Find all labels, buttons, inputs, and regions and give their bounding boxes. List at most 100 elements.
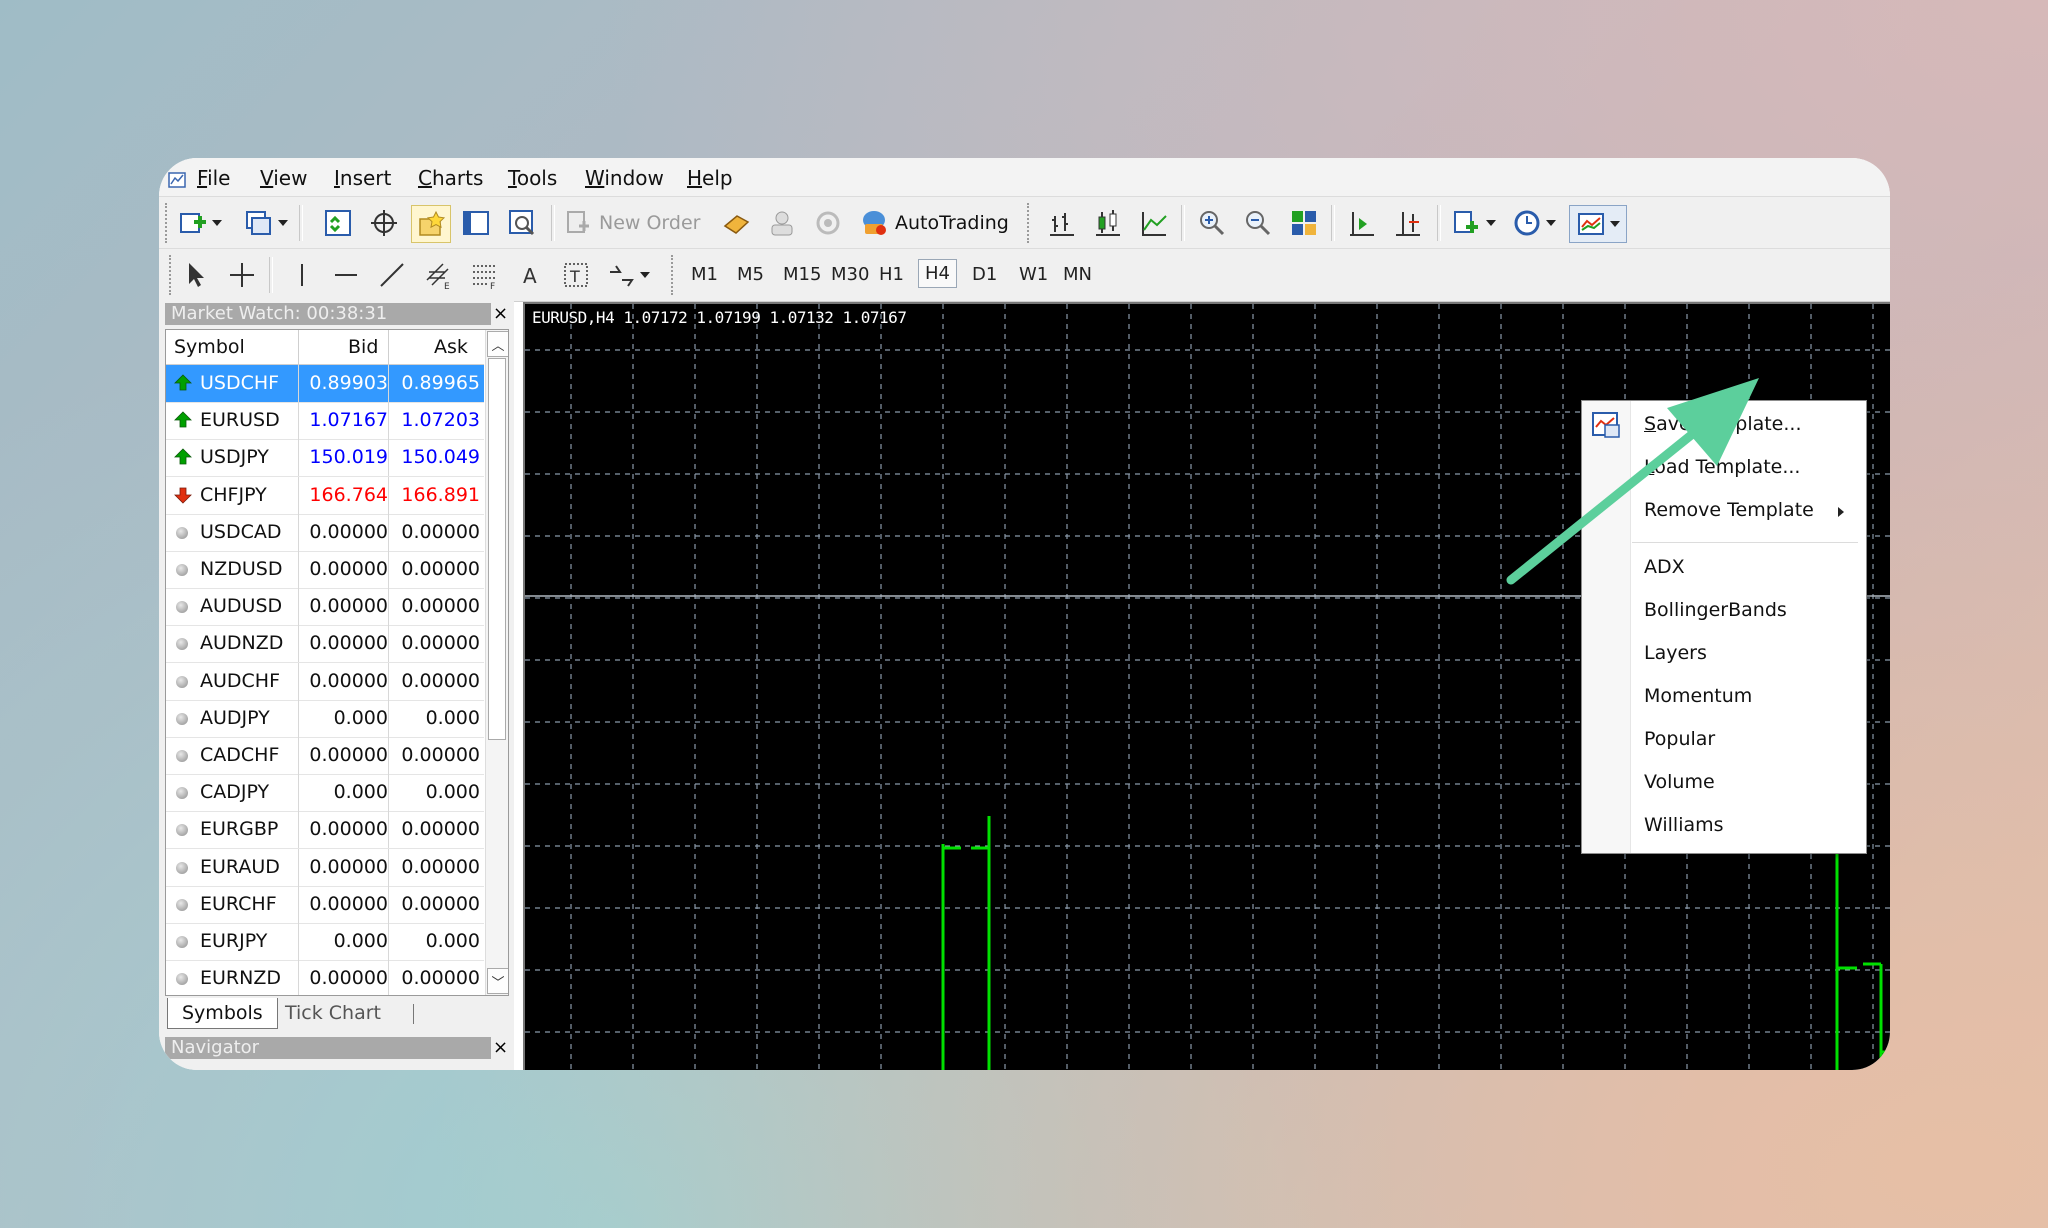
vertical-line-button[interactable] xyxy=(283,257,321,293)
table-row[interactable]: USDCAD 0.00000 0.00000 xyxy=(166,513,484,552)
navigator-button[interactable] xyxy=(411,205,451,243)
menu-tools[interactable]: Tools xyxy=(508,166,557,190)
close-icon[interactable]: × xyxy=(493,1037,508,1058)
cursor-arrow-icon xyxy=(189,263,204,287)
table-row[interactable]: AUDCHF 0.00000 0.00000 xyxy=(166,662,484,701)
table-row[interactable]: EURAUD 0.00000 0.00000 xyxy=(166,848,484,887)
menu-insert[interactable]: Insert xyxy=(334,166,391,190)
menu-item-template[interactable]: Volume xyxy=(1644,771,1715,793)
arrows-button[interactable] xyxy=(603,257,653,293)
status-dot-icon xyxy=(176,712,188,725)
table-row[interactable]: AUDNZD 0.00000 0.00000 xyxy=(166,625,484,664)
tab-symbols[interactable]: Symbols xyxy=(167,998,278,1029)
vertical-scrollbar[interactable]: ︿ ﹀ xyxy=(485,330,508,995)
navigator-star-icon xyxy=(419,210,446,236)
menu-view[interactable]: View xyxy=(260,166,307,190)
menu-charts[interactable]: Charts xyxy=(418,166,483,190)
signals-button[interactable] xyxy=(763,205,801,241)
new-order-button[interactable]: New Order xyxy=(563,205,703,241)
column-header-bid[interactable]: Bid xyxy=(348,336,378,358)
market-watch-button[interactable] xyxy=(319,205,357,241)
text-button[interactable]: A xyxy=(511,257,549,293)
submenu-arrow-icon xyxy=(1838,507,1844,517)
fibonacci-button[interactable]: F xyxy=(465,257,503,293)
zoom-out-button[interactable] xyxy=(1239,205,1277,241)
close-icon[interactable]: × xyxy=(493,303,508,324)
bar-chart-button[interactable] xyxy=(1043,205,1081,241)
trendline-button[interactable] xyxy=(373,257,411,293)
table-row[interactable]: AUDJPY 0.000 0.000 xyxy=(166,699,484,738)
auto-scroll-button[interactable] xyxy=(1343,205,1381,241)
timeframe-m5[interactable]: M5 xyxy=(731,261,770,288)
metaeditor-button[interactable] xyxy=(717,205,755,241)
equidistant-channel-button[interactable]: E xyxy=(419,257,457,293)
scroll-thumb[interactable] xyxy=(488,358,506,740)
cursor-button[interactable] xyxy=(177,257,215,293)
menu-item-template[interactable]: Williams xyxy=(1644,814,1724,836)
autotrading-button[interactable]: AutoTrading xyxy=(859,205,1009,241)
templates-button[interactable] xyxy=(1569,205,1627,243)
table-row[interactable]: EURNZD 0.00000 0.00000 xyxy=(166,960,484,995)
timeframe-mn[interactable]: MN xyxy=(1057,261,1098,288)
table-row[interactable]: EURUSD 1.07167 1.07203 xyxy=(166,402,484,441)
zoom-in-button[interactable] xyxy=(1193,205,1231,241)
line-chart-button[interactable] xyxy=(1135,205,1173,241)
terminal-button[interactable] xyxy=(457,205,495,241)
timeframe-m30[interactable]: M30 xyxy=(825,261,875,288)
column-header-symbol[interactable]: Symbol xyxy=(174,336,245,358)
table-row[interactable]: USDCHF 0.89903 0.89965 xyxy=(166,365,484,403)
toolbar-grip[interactable] xyxy=(671,255,676,295)
table-row[interactable]: EURCHF 0.00000 0.00000 xyxy=(166,885,484,924)
column-header-ask[interactable]: Ask xyxy=(434,336,468,358)
table-row[interactable]: AUDUSD 0.00000 0.00000 xyxy=(166,588,484,627)
arrow-up-icon xyxy=(174,448,192,465)
timeframe-h1[interactable]: H1 xyxy=(873,261,910,288)
toolbar-grip[interactable] xyxy=(165,203,170,243)
table-row[interactable]: NZDUSD 0.00000 0.00000 xyxy=(166,551,484,589)
navigator-title[interactable]: Navigator xyxy=(165,1037,491,1059)
timeframe-h4[interactable]: H4 xyxy=(918,259,957,288)
profiles-icon xyxy=(246,211,271,235)
menu-item-template[interactable]: BollingerBands xyxy=(1644,599,1787,621)
menu-item-template[interactable]: Momentum xyxy=(1644,685,1752,707)
text-label-button[interactable]: T xyxy=(557,257,595,293)
toolbar-grip[interactable] xyxy=(1027,203,1032,243)
timeframe-d1[interactable]: D1 xyxy=(966,261,1003,288)
ask-cell: 0.00000 xyxy=(401,818,480,841)
table-row[interactable]: EURGBP 0.00000 0.00000 xyxy=(166,811,484,850)
menu-bar: File View Insert Charts Tools Window Hel… xyxy=(159,158,1890,196)
candlestick-button[interactable] xyxy=(1089,205,1127,241)
crosshair-button[interactable] xyxy=(223,257,261,293)
scroll-down-icon[interactable]: ﹀ xyxy=(487,968,508,994)
menu-item-template[interactable]: Layers xyxy=(1644,642,1707,664)
table-row[interactable]: EURJPY 0.000 0.000 xyxy=(166,923,484,961)
menu-file[interactable]: File xyxy=(197,166,230,190)
menu-help[interactable]: Help xyxy=(687,166,733,190)
indicators-button[interactable] xyxy=(1449,205,1499,241)
timeframe-w1[interactable]: W1 xyxy=(1013,261,1054,288)
timeframe-m15[interactable]: M15 xyxy=(777,261,827,288)
chart-shift-button[interactable] xyxy=(1389,205,1427,241)
toolbar-grip[interactable] xyxy=(169,255,174,295)
menu-item-template[interactable]: Popular xyxy=(1644,728,1715,750)
timeframe-m1[interactable]: M1 xyxy=(685,261,724,288)
periods-button[interactable] xyxy=(1509,205,1559,241)
menu-window[interactable]: Window xyxy=(585,166,664,190)
new-chart-button[interactable] xyxy=(175,205,225,241)
strategy-tester-button[interactable] xyxy=(503,205,541,241)
scroll-up-icon[interactable]: ︿ xyxy=(487,331,508,357)
table-row[interactable]: CADJPY 0.000 0.000 xyxy=(166,774,484,813)
table-row[interactable]: USDJPY 150.019 150.049 xyxy=(166,439,484,478)
tab-tick-chart[interactable]: Tick Chart xyxy=(271,998,395,1028)
profiles-button[interactable] xyxy=(241,205,291,241)
market-watch-title[interactable]: Market Watch: 00:38:31 xyxy=(165,303,491,325)
horizontal-line-button[interactable] xyxy=(327,257,365,293)
market-button[interactable] xyxy=(809,205,847,241)
table-row[interactable]: CADCHF 0.00000 0.00000 xyxy=(166,737,484,775)
tile-windows-button[interactable] xyxy=(1285,205,1323,241)
symbol-cell: CADJPY xyxy=(200,781,270,804)
symbol-cell: AUDCHF xyxy=(200,669,281,692)
data-window-button[interactable] xyxy=(365,205,403,241)
table-row[interactable]: CHFJPY 166.764 166.891 xyxy=(166,476,484,515)
symbol-cell: EURCHF xyxy=(200,892,277,915)
